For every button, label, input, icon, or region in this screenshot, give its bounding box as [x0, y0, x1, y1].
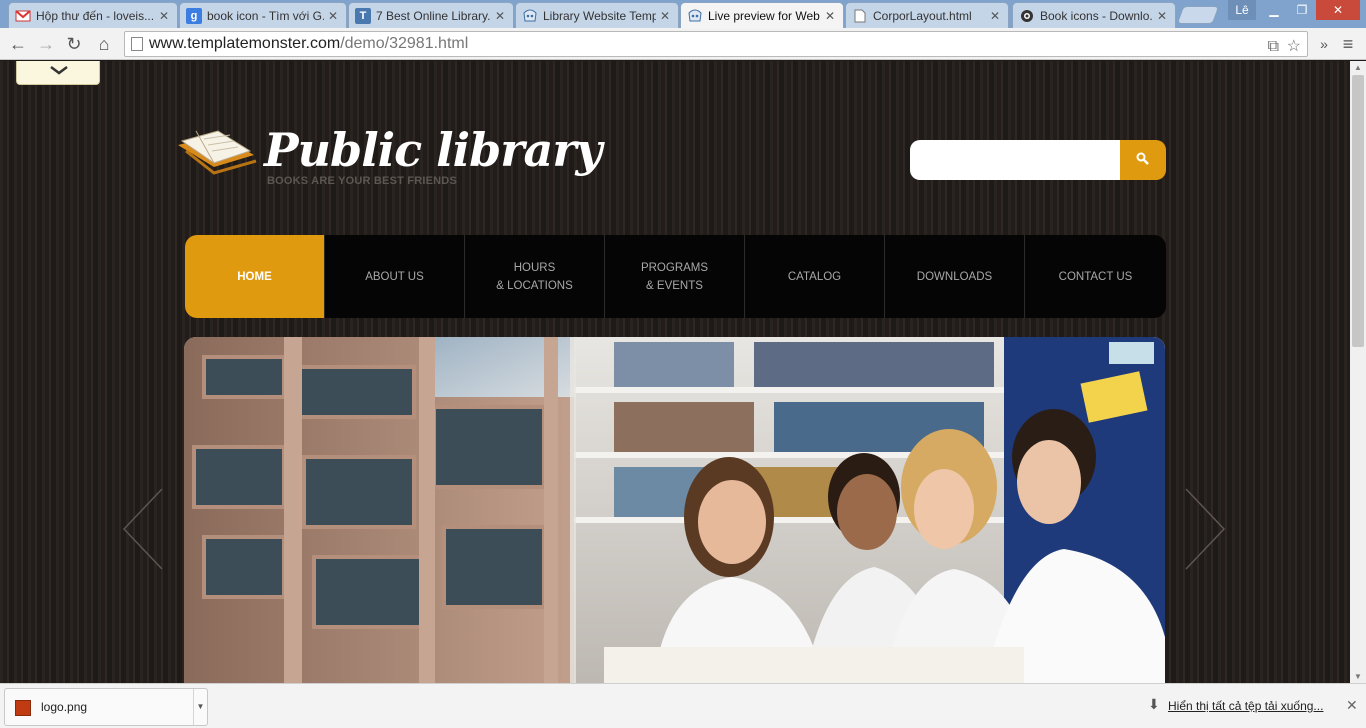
google-icon: g: [186, 7, 202, 24]
menu-item-home[interactable]: HOME: [185, 235, 325, 318]
menu-label-line2: & EVENTS: [646, 279, 703, 292]
download-bar: logo.png ▼ ⬇ Hiển thị tất cả tệp tải xuố…: [0, 683, 1366, 728]
image-file-icon: [15, 700, 31, 716]
tab-library-template[interactable]: Library Website Temp... ✕: [515, 2, 679, 28]
vertical-scrollbar[interactable]: ▲ ▼: [1350, 61, 1366, 683]
close-icon[interactable]: ✕: [495, 9, 505, 23]
tab-label: book icon - Tìm với G...: [207, 8, 324, 23]
page-icon: [852, 8, 868, 24]
tab-label: CorporLayout.html: [873, 8, 972, 23]
translate-icon[interactable]: ⧉: [1268, 35, 1279, 59]
close-icon[interactable]: ✕: [825, 9, 835, 23]
page-icon: [131, 37, 143, 51]
logo-subtitle: BOOKS ARE YOUR BEST FRIENDS: [267, 175, 457, 187]
main-menu: HOME ABOUT US HOURS & LOCATIONS PROGRAMS &…: [185, 235, 1166, 318]
close-icon[interactable]: ✕: [328, 9, 338, 23]
t-icon: T: [355, 7, 371, 24]
gmail-icon: [15, 8, 31, 24]
templatemonster-icon: [522, 8, 538, 24]
site-logo[interactable]: Public library BOOKS ARE YOUR BEST FRIEN…: [174, 123, 602, 193]
menu-item-hours-locations[interactable]: HOURS & LOCATIONS: [465, 235, 605, 318]
search-button[interactable]: [1120, 140, 1166, 180]
download-file-name: logo.png: [41, 700, 88, 714]
menu-label-line2: & LOCATIONS: [496, 279, 573, 292]
tab-label: Live preview for Web...: [708, 8, 821, 23]
tab-gmail[interactable]: Hộp thư đến - loveis... ✕: [8, 2, 178, 28]
tab-label: Book icons - Downlo...: [1040, 8, 1153, 23]
templatemonster-icon: [687, 8, 703, 24]
demo-panel-toggle[interactable]: [16, 61, 100, 85]
hero-slider: [184, 337, 1165, 683]
window-controls: ▁ ❐ ✕: [1260, 0, 1360, 20]
forward-icon[interactable]: →: [34, 32, 58, 56]
close-window-icon[interactable]: ✕: [1316, 0, 1360, 20]
menu-item-programs-events[interactable]: PROGRAMS & EVENTS: [605, 235, 745, 318]
chevron-down-icon: [50, 66, 68, 75]
logo-title: Public library: [264, 123, 602, 177]
home-icon[interactable]: ⌂: [92, 32, 116, 56]
menu-label: CONTACT US: [1058, 270, 1133, 283]
menu-item-catalog[interactable]: CATALOG: [745, 235, 885, 318]
tab-label: Hộp thư đến - loveis...: [36, 8, 155, 23]
slider-next-arrow-icon[interactable]: [1182, 487, 1232, 573]
close-icon[interactable]: ✕: [990, 9, 1000, 23]
address-bar[interactable]: www.templatemonster.com/demo/32981.html …: [124, 31, 1308, 57]
restore-icon[interactable]: ❐: [1288, 0, 1316, 20]
menu-label: HOME: [237, 270, 272, 283]
menu-label: PROGRAMS: [640, 261, 709, 274]
tab-online-library[interactable]: T 7 Best Online Library... ✕: [348, 2, 514, 28]
tab-book-icons[interactable]: Book icons - Downlo... ✕: [1012, 2, 1176, 28]
tab-live-preview[interactable]: Live preview for Web... ✕: [680, 2, 844, 28]
site-search: [910, 140, 1166, 180]
scroll-down-icon[interactable]: ▼: [1353, 672, 1363, 681]
globe-icon: [1019, 8, 1035, 24]
reload-icon[interactable]: ↻: [62, 32, 86, 56]
chevron-down-icon[interactable]: ▼: [193, 689, 207, 725]
scroll-up-icon[interactable]: ▲: [1353, 63, 1363, 72]
minimize-icon[interactable]: ▁: [1260, 0, 1288, 20]
tab-corpor-layout[interactable]: CorporLayout.html ✕: [845, 2, 1009, 28]
url-path: /demo/32981.html: [340, 35, 469, 52]
slide-image: [184, 337, 1165, 683]
search-input[interactable]: [910, 140, 1122, 180]
download-icon: ⬇: [1148, 696, 1160, 712]
star-icon[interactable]: ☆: [1287, 35, 1301, 59]
tab-google-search[interactable]: g book icon - Tìm với G... ✕: [179, 2, 347, 28]
menu-label: DOWNLOADS: [916, 270, 993, 283]
close-icon[interactable]: ✕: [660, 9, 670, 23]
menu-item-about-us[interactable]: ABOUT US: [325, 235, 465, 318]
url-host: www.templatemonster.com: [149, 35, 341, 52]
user-profile-button[interactable]: Lê: [1228, 0, 1256, 20]
show-all-downloads-link[interactable]: Hiển thị tất cả tệp tải xuống...: [1168, 699, 1323, 713]
page-viewport: Public library BOOKS ARE YOUR BEST FRIEN…: [0, 61, 1350, 683]
extensions-overflow-icon[interactable]: »: [1312, 32, 1336, 56]
scrollbar-thumb[interactable]: [1352, 75, 1364, 347]
back-icon[interactable]: ←: [6, 32, 30, 56]
menu-item-downloads[interactable]: DOWNLOADS: [885, 235, 1025, 318]
menu-label: CATALOG: [787, 270, 842, 283]
menu-item-contact-us[interactable]: CONTACT US: [1025, 235, 1166, 318]
close-icon[interactable]: ✕: [1346, 697, 1358, 714]
menu-label: ABOUT US: [365, 270, 424, 283]
download-item[interactable]: logo.png ▼: [4, 688, 208, 726]
tab-strip: Hộp thư đến - loveis... ✕ g book icon - …: [0, 0, 1366, 28]
browser-toolbar: ← → ↻ ⌂ www.templatemonster.com/demo/329…: [0, 28, 1366, 60]
menu-icon[interactable]: ≡: [1336, 32, 1360, 56]
menu-label: HOURS: [513, 261, 556, 274]
tab-label: 7 Best Online Library...: [376, 8, 491, 23]
close-icon[interactable]: ✕: [159, 9, 169, 23]
tab-label: Library Website Temp...: [543, 8, 656, 23]
slider-prev-arrow-icon[interactable]: [120, 487, 170, 573]
search-icon: [1136, 152, 1149, 165]
close-icon[interactable]: ✕: [1157, 9, 1167, 23]
new-tab-button[interactable]: [1176, 6, 1220, 24]
book-icon: [178, 130, 257, 175]
